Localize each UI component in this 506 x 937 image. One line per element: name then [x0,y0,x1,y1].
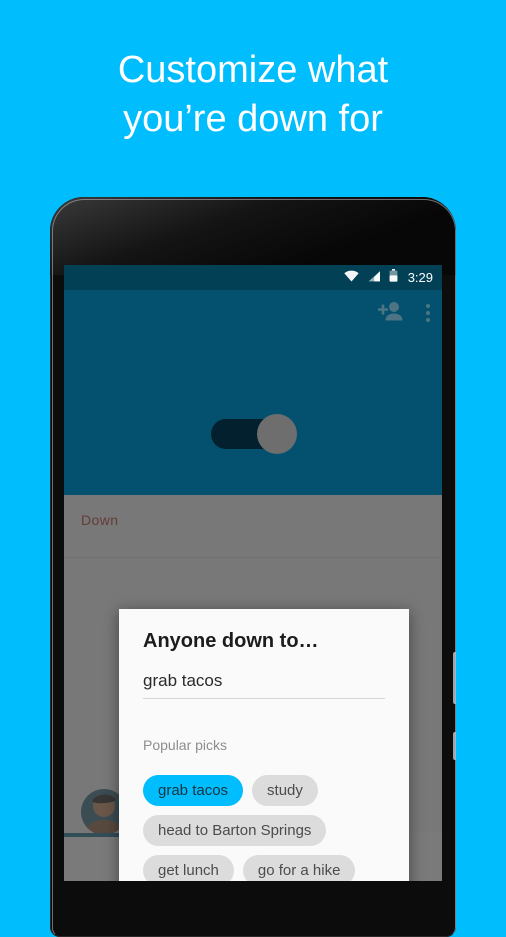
cellular-signal-icon [367,269,381,287]
phone-screen: 3:29 Down [64,265,442,881]
popular-picks-chip-area: grab tacos study head to Barton Springs … [143,775,393,881]
dialog-title: Anyone down to… [143,630,319,652]
chip-row: get lunch go for a hike [143,855,393,881]
phone-device-frame: 3:29 Down [50,197,456,937]
popular-picks-label: Popular picks [143,737,228,753]
activity-input-wrapper [143,671,385,699]
chip-head-to-barton-springs[interactable]: head to Barton Springs [143,815,327,846]
chip-row: head to Barton Springs [143,815,393,846]
wifi-icon [343,269,359,287]
input-underline [143,698,385,699]
chip-grab-tacos[interactable]: grab tacos [143,775,244,806]
overflow-menu-icon[interactable] [426,304,430,322]
toggle-thumb[interactable] [257,414,297,454]
chip-study[interactable]: study [252,775,318,806]
down-status-toggle[interactable] [211,414,297,454]
status-bar-time: 3:29 [407,270,433,285]
promo-headline: Customize what you’re down for [117,49,389,140]
phone-bezel-top [50,197,456,275]
chip-go-for-a-hike[interactable]: go for a hike [242,855,356,881]
power-button[interactable] [453,732,456,760]
status-bar: 3:29 [64,265,442,290]
activity-input[interactable] [143,671,385,698]
battery-icon [389,268,398,287]
add-person-icon[interactable] [378,301,404,326]
chip-get-lunch[interactable]: get lunch [143,855,234,881]
volume-button[interactable] [453,652,456,704]
app-toolbar [64,290,442,336]
anyone-down-to-dialog: Anyone down to… Popular picks grab tacos… [119,609,409,881]
chip-row: grab tacos study [143,775,393,806]
